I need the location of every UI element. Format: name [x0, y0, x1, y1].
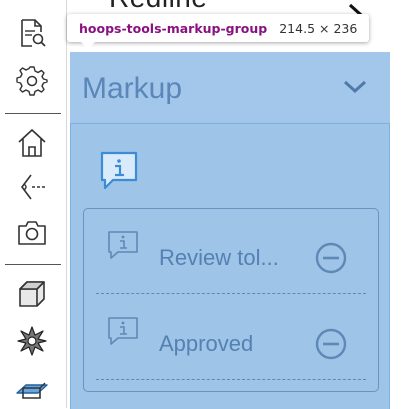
explode-icon — [17, 326, 47, 356]
view-eye-icon — [21, 174, 46, 200]
markup-header[interactable]: Markup — [70, 52, 390, 122]
toolbar-divider — [5, 113, 61, 114]
row-divider — [96, 293, 366, 294]
home-icon — [18, 128, 46, 157]
note-icon — [108, 231, 138, 259]
model-view-button[interactable] — [12, 275, 52, 313]
markup-list: Review tol... Approved — [83, 208, 379, 392]
view-button[interactable] — [12, 168, 52, 206]
list-item[interactable]: Approved — [84, 295, 378, 379]
camera-icon — [18, 221, 46, 245]
row-divider — [96, 379, 366, 380]
settings-button[interactable] — [12, 62, 52, 100]
cutting-plane-button[interactable] — [12, 368, 52, 406]
remove-circle-icon[interactable] — [314, 327, 348, 361]
explode-button[interactable] — [12, 322, 52, 360]
inspector-tooltip: hoops-tools-markup-group 214.5 × 236 — [67, 14, 370, 49]
list-item-label: Review tol... — [159, 245, 279, 270]
list-item[interactable]: Review tol... — [84, 209, 378, 293]
markup-body: Review tol... Approved — [70, 123, 390, 409]
list-item-label: Approved — [159, 331, 254, 356]
toolbar-divider — [5, 264, 61, 265]
left-toolbar — [0, 0, 67, 408]
redline-title: Redline — [109, 0, 207, 14]
snapshot-button[interactable] — [12, 214, 52, 252]
tooltip-element-name: hoops-tools-markup-group — [79, 20, 268, 36]
markup-title: Markup — [82, 72, 183, 105]
right-panel: Redline Markup — [67, 0, 402, 409]
home-button[interactable] — [12, 124, 52, 162]
document-search-button[interactable] — [12, 14, 52, 52]
markup-group: Markup Review tol... Approved — [70, 52, 390, 409]
cutting-plane-icon — [16, 382, 48, 399]
cube-icon — [19, 281, 45, 307]
chevron-down-icon[interactable] — [340, 76, 370, 98]
note-icon — [108, 317, 138, 345]
remove-circle-icon[interactable] — [314, 241, 348, 275]
document-search-icon — [21, 19, 46, 47]
tooltip-element-size: 214.5 × 236 — [279, 20, 358, 36]
gear-icon — [16, 66, 48, 96]
add-note-icon[interactable] — [99, 150, 139, 194]
